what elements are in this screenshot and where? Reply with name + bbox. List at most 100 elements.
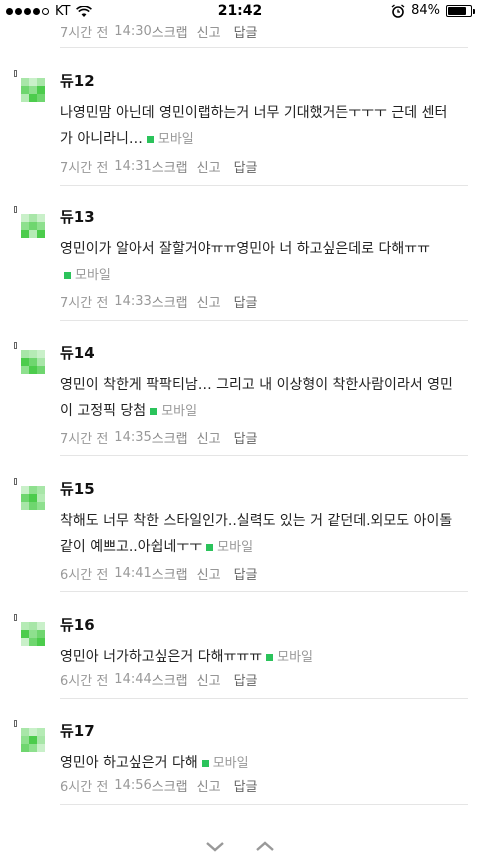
mobile-icon	[64, 271, 71, 279]
reply-button[interactable]: 답글	[234, 157, 258, 176]
divider	[60, 185, 468, 186]
report-button[interactable]: 신고	[197, 157, 221, 176]
mobile-badge: 모바일	[202, 540, 253, 555]
reply-button[interactable]: 답글	[234, 564, 258, 583]
scrap-button[interactable]: 스크랩	[152, 22, 188, 41]
comment-meta: 6시간 전 14:44 스크랩 신고 답글	[60, 670, 258, 689]
avatar-badge-icon	[14, 614, 17, 621]
divider	[60, 320, 468, 321]
comment-time: 6시간 전	[60, 568, 109, 583]
comment-time: 6시간 전	[60, 674, 109, 689]
comment-text: 영민아 너가하고싶은거 다해ㅠㅠㅠ	[60, 649, 263, 665]
report-button[interactable]: 신고	[197, 292, 221, 311]
avatar-icon	[21, 78, 45, 102]
avatar[interactable]	[14, 70, 45, 106]
avatar[interactable]	[14, 478, 45, 514]
comment-body: 착해도 너무 착한 스타일인가..실력도 있는 거 같던데.외모도 아이돌 같이…	[60, 508, 460, 561]
mobile-badge: 모바일	[60, 268, 111, 283]
report-button[interactable]: 신고	[197, 428, 221, 447]
avatar[interactable]	[14, 614, 45, 650]
mobile-badge: 모바일	[146, 404, 197, 419]
avatar[interactable]	[14, 342, 45, 378]
battery-fill	[448, 6, 467, 15]
comment-body: 영민아 하고싶은거 다해 모바일	[60, 750, 460, 777]
mobile-badge: 모바일	[143, 132, 194, 147]
comment-body: 영민아 너가하고싶은거 다해ㅠㅠㅠ 모바일	[60, 644, 460, 671]
comment-clock: 14:41	[114, 566, 152, 581]
report-button[interactable]: 신고	[197, 564, 221, 583]
comment-clock: 14:30	[114, 24, 152, 39]
comment-body: 영민이가 알아서 잘할거야ㅠㅠ영민아 너 하고싶은데로 다해ㅠㅠ 모바일	[60, 236, 460, 289]
mobile-label: 모바일	[277, 650, 313, 665]
scrap-button[interactable]: 스크랩	[152, 776, 188, 795]
scroll-up-button[interactable]	[254, 836, 276, 853]
avatar-badge-icon	[14, 720, 17, 727]
comment-nick[interactable]: 듀14	[60, 342, 95, 363]
chevron-down-icon	[206, 842, 224, 852]
scrap-button[interactable]: 스크랩	[152, 157, 188, 176]
mobile-label: 모바일	[217, 540, 254, 555]
avatar-badge-icon	[14, 70, 17, 77]
comment-text: 나영민맘 아닌데 영민이랩하는거 너무 기대했거든ㅜㅜㅜ 근데 센터가 아니라니…	[60, 105, 448, 147]
comment-meta: 7시간 전 14:33 스크랩 신고 답글	[60, 292, 258, 311]
scrap-button[interactable]: 스크랩	[152, 564, 188, 583]
comment-body: 나영민맘 아닌데 영민이랩하는거 너무 기대했거든ㅜㅜㅜ 근데 센터가 아니라니…	[60, 100, 460, 153]
comment-meta: 7시간 전 14:35 스크랩 신고 답글	[60, 428, 258, 447]
mobile-label: 모바일	[212, 756, 249, 771]
comment-text: 착해도 너무 착한 스타일인가..실력도 있는 거 같던데.외모도 아이돌 같이…	[60, 513, 453, 555]
comment-clock: 14:35	[114, 430, 152, 445]
comment-nick[interactable]: 듀12	[60, 70, 95, 91]
comment-nick[interactable]: 듀16	[60, 614, 95, 635]
comment-time: 7시간 전	[60, 432, 109, 447]
alarm-icon	[391, 3, 405, 18]
battery-icon	[446, 4, 475, 17]
avatar[interactable]	[14, 206, 45, 242]
avatar-badge-icon	[14, 342, 17, 349]
mobile-label: 모바일	[161, 404, 198, 419]
comment-clock: 14:44	[114, 672, 152, 687]
divider	[60, 804, 468, 805]
comment-clock: 14:56	[114, 778, 152, 793]
mobile-icon	[146, 135, 154, 143]
avatar-icon	[21, 486, 45, 510]
report-button[interactable]: 신고	[197, 776, 221, 795]
divider	[60, 47, 468, 48]
divider	[60, 455, 468, 456]
scroll-down-button[interactable]	[204, 836, 226, 853]
reply-button[interactable]: 답글	[234, 428, 258, 447]
divider	[60, 591, 468, 592]
comment-nick[interactable]: 듀15	[60, 478, 95, 499]
avatar-icon	[21, 350, 45, 374]
comment-text: 영민이 착한게 팍팍티남… 그리고 내 이상형이 착한사람이라서 영민이 고정픽…	[60, 377, 453, 419]
mobile-badge: 모바일	[198, 756, 249, 771]
comment-text: 영민이가 알아서 잘할거야ㅠㅠ영민아 너 하고싶은데로 다해ㅠㅠ	[60, 241, 431, 257]
report-button[interactable]: 신고	[197, 670, 221, 689]
status-bar: KT 21:42 84%	[0, 0, 480, 24]
comment-nick[interactable]: 듀17	[60, 720, 95, 741]
reply-button[interactable]: 답글	[234, 670, 258, 689]
comment-nick[interactable]: 듀13	[60, 206, 95, 227]
divider	[60, 698, 468, 699]
mobile-label: 모바일	[157, 132, 194, 147]
scrap-button[interactable]: 스크랩	[152, 428, 188, 447]
avatar-icon	[21, 214, 45, 238]
comment-meta: 7시간 전 14:30 스크랩 신고 답글	[60, 22, 258, 41]
reply-button[interactable]: 답글	[234, 292, 258, 311]
battery-percent: 84%	[411, 3, 440, 18]
avatar-badge-icon	[14, 206, 17, 213]
avatar[interactable]	[14, 720, 45, 756]
comment-time: 7시간 전	[60, 296, 109, 311]
reply-button[interactable]: 답글	[234, 776, 258, 795]
comment-clock: 14:31	[114, 159, 152, 174]
comment-meta: 6시간 전 14:56 스크랩 신고 답글	[60, 776, 258, 795]
comment-meta: 7시간 전 14:31 스크랩 신고 답글	[60, 157, 258, 176]
comment-time: 7시간 전	[60, 26, 109, 41]
scrap-button[interactable]: 스크랩	[152, 292, 188, 311]
report-button[interactable]: 신고	[197, 22, 221, 41]
mobile-badge: 모바일	[262, 650, 313, 665]
reply-button[interactable]: 답글	[234, 22, 258, 41]
avatar-badge-icon	[14, 478, 17, 485]
scrap-button[interactable]: 스크랩	[152, 670, 188, 689]
mobile-icon	[150, 407, 158, 415]
comment-body: 영민이 착한게 팍팍티남… 그리고 내 이상형이 착한사람이라서 영민이 고정픽…	[60, 372, 460, 425]
